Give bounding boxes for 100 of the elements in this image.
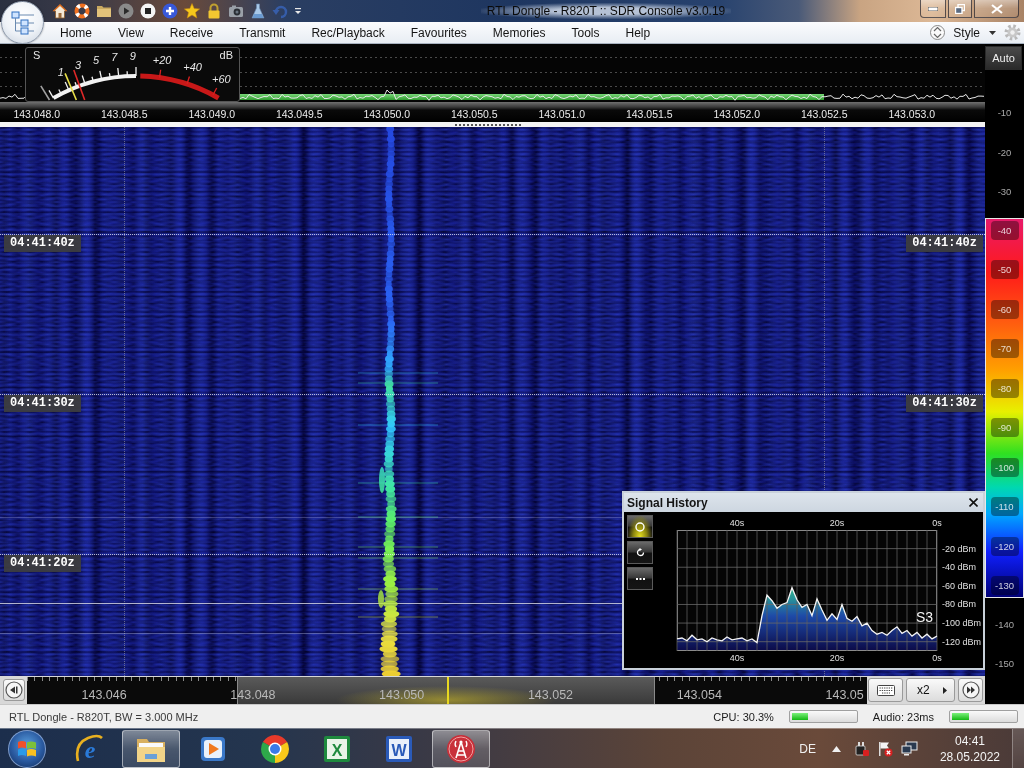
menu-tab[interactable]: Tools [558, 23, 613, 42]
frequency-label: 143.050.0 [363, 108, 411, 120]
left-arrow-circle-icon [5, 681, 23, 699]
circle-logo-icon [260, 733, 290, 764]
restore-button[interactable] [948, 0, 972, 18]
level-label: -20 [997, 146, 1012, 158]
axis-label: -80 dBm [942, 599, 976, 610]
camera-icon[interactable] [228, 3, 244, 19]
level-label: -90 [990, 418, 1019, 438]
radio-tower-icon [446, 733, 476, 764]
frequency-label: 143.051.0 [538, 108, 586, 120]
clock-date: 28.05.2022 [939, 748, 1000, 765]
padlock-icon[interactable] [206, 3, 222, 19]
frequency-label: 143.051.5 [625, 108, 673, 120]
folder-icon[interactable] [96, 3, 112, 19]
meter-label: CPU: 30.3% [713, 710, 774, 723]
frequency-label: 143.054 [676, 687, 722, 702]
level-label: -130 [990, 575, 1019, 595]
caret-right-icon [943, 686, 947, 694]
play-tile-icon [200, 735, 226, 762]
language-indicator[interactable]: DE [799, 741, 816, 756]
flask-icon[interactable] [250, 3, 266, 19]
axis-label: 40s [729, 518, 745, 528]
frequency-label: 143.048.5 [100, 108, 148, 120]
timestamp-label: 04:41:40z [906, 235, 983, 252]
axis-label: 0s [932, 518, 942, 528]
axis-label: 20s [829, 653, 845, 663]
meter-unit: dB [219, 49, 233, 61]
menu-tab[interactable]: Transmit [226, 23, 299, 42]
timestamp-label: 04:41:30z [4, 395, 81, 412]
frequency-label: 143.046 [81, 687, 127, 702]
star-icon[interactable] [184, 3, 200, 19]
signal-level-label: S3 [915, 609, 933, 626]
meter-label: Audio: 23ms [872, 710, 934, 723]
close-button[interactable] [974, 0, 1019, 18]
play-icon[interactable] [118, 3, 134, 19]
stop-icon[interactable] [140, 3, 156, 19]
level-label: -70 [990, 339, 1019, 359]
clock-time: 04:41 [954, 732, 985, 749]
flag-icon [17, 739, 37, 758]
frequency-label: 143.05 [825, 687, 864, 702]
plug-icon[interactable] [852, 740, 869, 757]
flag-warning-icon[interactable] [876, 740, 893, 757]
frequency-label: 143.053.0 [888, 108, 936, 120]
tool-button[interactable] [627, 515, 653, 538]
auto-button[interactable]: Auto [985, 46, 1022, 70]
menu-tab[interactable]: Help [612, 23, 664, 42]
fast-forward-circle-icon [961, 681, 980, 699]
tool-button[interactable] [627, 567, 653, 590]
level-label: -150 [995, 657, 1014, 669]
zoom-dropdown[interactable]: x2 [906, 678, 955, 702]
level-label: -30 [997, 185, 1012, 197]
level-label: -80 [990, 378, 1019, 398]
menu-tab[interactable]: Receive [156, 23, 227, 42]
circle-icon [635, 521, 645, 532]
caret-icon [989, 30, 996, 35]
up-arrow-icon[interactable] [831, 745, 841, 752]
meter-label: +60 [212, 73, 231, 86]
axis-label: 40s [729, 653, 745, 663]
ellipsis-icon [635, 577, 645, 580]
dropdown-caret-icon[interactable] [294, 7, 302, 15]
lifebuoy-icon[interactable] [74, 3, 90, 19]
frequency-label: 143.052.0 [713, 108, 761, 120]
frequency-label: 143.052 [527, 687, 574, 702]
monitor-icon[interactable] [900, 740, 918, 757]
close-button[interactable] [967, 496, 980, 509]
house-icon[interactable] [52, 3, 68, 19]
axis-label: 0s [932, 653, 942, 663]
menu-tab[interactable]: Home [47, 23, 105, 42]
minimize-icon [928, 6, 938, 11]
frequency-label: 143.050.5 [450, 108, 498, 120]
taskbar-button[interactable]: W [370, 729, 428, 768]
start-button[interactable] [8, 729, 46, 768]
scroll-right-button[interactable] [958, 678, 983, 702]
frequency-label: 143.052.5 [800, 108, 848, 120]
level-label: -10 [997, 107, 1012, 119]
plus-icon[interactable] [162, 3, 178, 19]
show-desktop-button[interactable] [1012, 729, 1024, 768]
taskbar-button[interactable] [432, 729, 490, 768]
minimize-button[interactable] [920, 0, 946, 18]
menu-tab[interactable]: Memories [479, 23, 559, 42]
menu-tab[interactable]: View [105, 23, 157, 42]
taskbar-button[interactable]: X [308, 729, 366, 768]
meter-label: +40 [183, 60, 202, 73]
menu-tab[interactable]: Rec/Playback [298, 23, 398, 42]
style-dropdown[interactable]: Style [951, 24, 998, 41]
keyboard-button[interactable] [868, 678, 903, 702]
scroll-left-button[interactable] [3, 679, 25, 701]
up-down-arrows-icon[interactable] [930, 24, 946, 41]
letter-x-icon: X [323, 734, 351, 763]
timestamp-label: 04:41:30z [906, 395, 983, 412]
keyboard-icon [876, 684, 895, 696]
axis-label: 20s [829, 518, 845, 528]
taskbar-button[interactable] [122, 729, 180, 768]
level-label: -140 [995, 618, 1014, 630]
axis-label: -60 dBm [942, 580, 976, 591]
tool-button[interactable] [627, 541, 653, 564]
menu-tab[interactable]: Favourites [397, 23, 480, 42]
status-text: RTL Dongle - R820T, BW = 3.000 MHz [9, 710, 199, 723]
refresh-icon [635, 548, 645, 557]
